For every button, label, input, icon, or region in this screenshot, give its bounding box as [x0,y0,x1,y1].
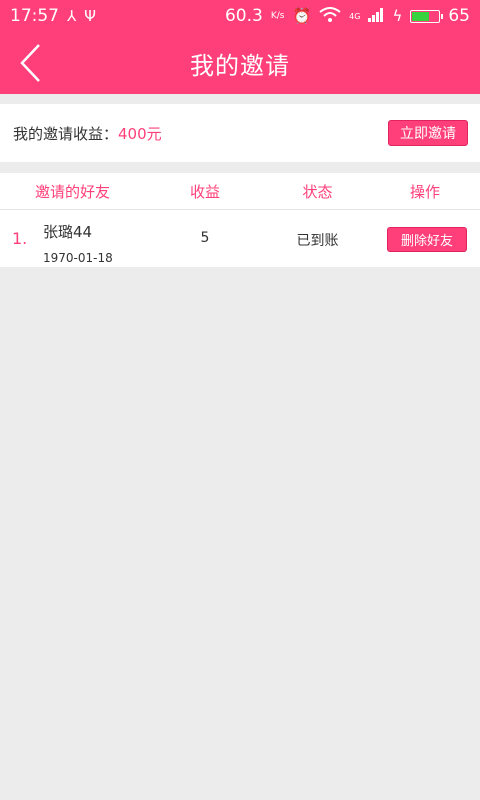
share-icon: ⅄ [67,6,77,25]
back-button[interactable] [10,40,50,86]
delete-friend-button[interactable]: 删除好友 [387,227,467,252]
row-index: 1. [12,229,28,248]
usb-icon: Ψ [84,6,96,25]
column-header-earning: 收益 [189,182,220,201]
wifi-icon [319,6,341,26]
friend-status: 已到账 [296,233,339,249]
status-bar: 17:57 ⅄ Ψ 60.3 K/s ⏰ 4G ϟ 65 [0,0,480,32]
network-speed-unit: K/s [270,11,285,21]
network-speed: 60.3 [224,6,263,26]
battery-percent: 65 [448,6,470,26]
invite-date: 1970-01-18 [43,251,113,265]
chevron-left-icon [20,44,40,82]
invitation-table: 邀请的好友 收益 状态 操作 1. 张璐44 1970-01-18 5 已到账 … [0,173,480,267]
network-type: 4G [349,11,361,21]
invite-now-button[interactable]: 立即邀请 [388,120,468,146]
friend-name: 张璐44 [43,223,93,241]
earnings-value: 400元 [118,124,162,143]
column-header-friend: 邀请的好友 [34,182,110,201]
friend-earning: 5 [200,230,210,246]
status-time: 17:57 [10,6,59,26]
earnings-panel: 我的邀请收益：400元 立即邀请 [0,104,480,162]
battery-fill [412,11,429,21]
earnings-label: 我的邀请收益： [13,124,119,143]
column-header-status: 状态 [302,182,333,201]
page-title: 我的邀请 [190,51,290,80]
alarm-icon: ⏰ [292,6,312,25]
battery-icon [410,9,444,23]
signal-icon [368,7,384,25]
charging-icon: ϟ [392,6,403,25]
column-header-action: 操作 [409,182,440,201]
app-header: 我的邀请 [0,32,480,94]
table-header: 邀请的好友 收益 状态 操作 [0,173,480,210]
table-row: 1. 张璐44 1970-01-18 5 已到账 删除好友 [0,210,480,267]
